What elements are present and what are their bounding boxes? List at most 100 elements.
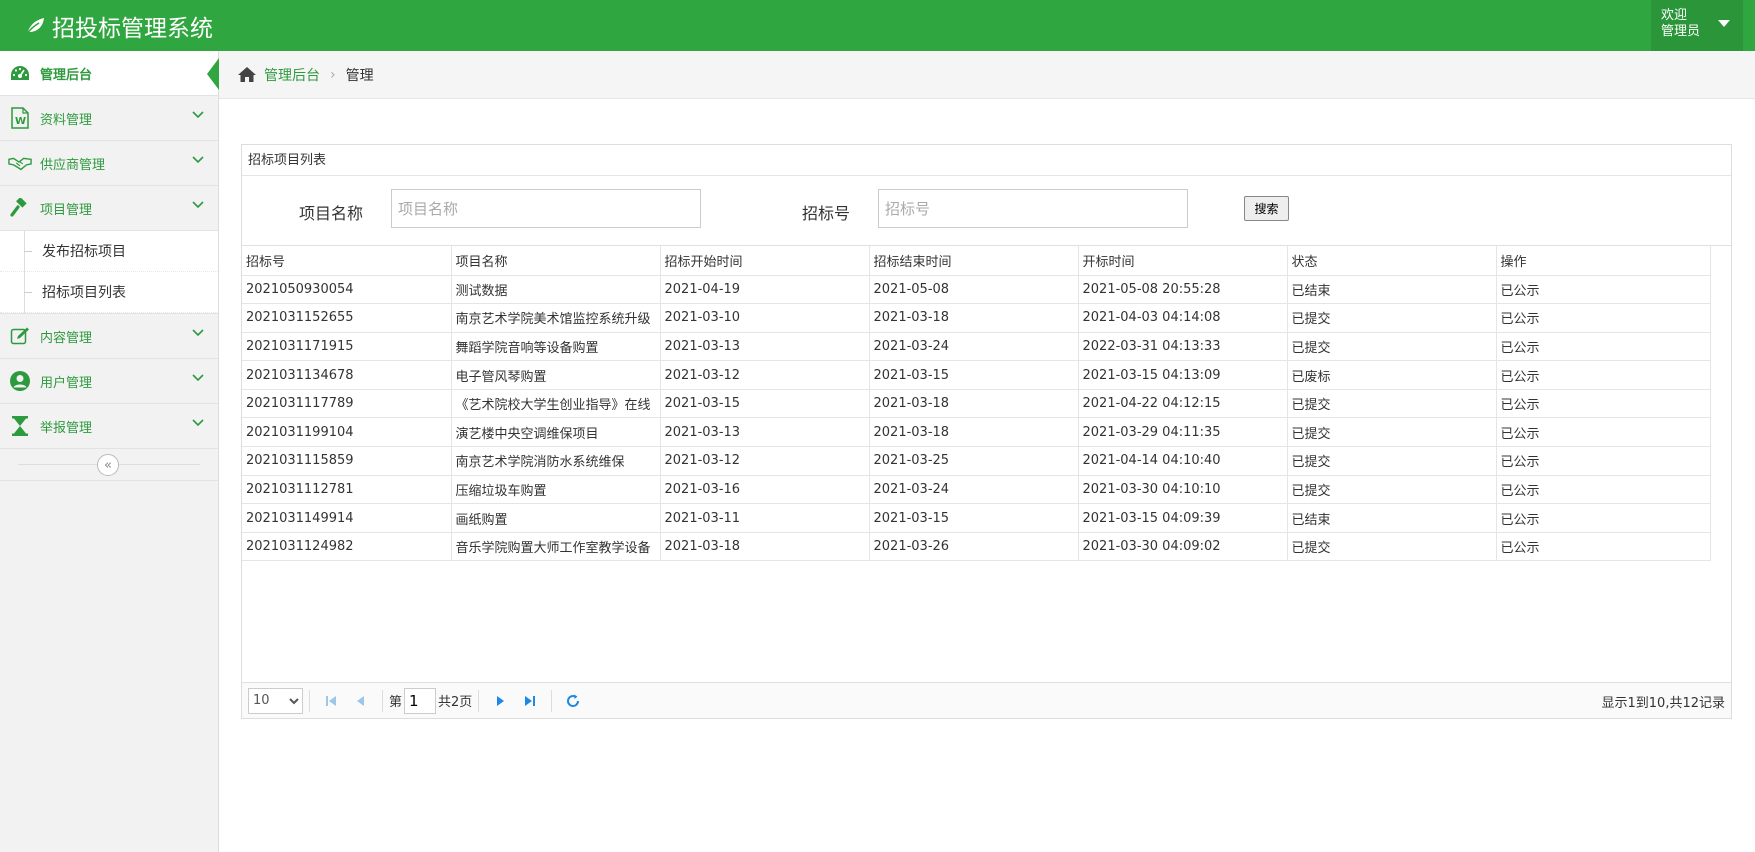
column-header[interactable]: 招标结束时间 <box>869 246 1079 276</box>
table-cell: 2021031199104 <box>242 417 452 448</box>
column-header[interactable]: 开标时间 <box>1078 246 1288 276</box>
word-file-icon: W <box>8 106 32 130</box>
table-cell: 2021031112781 <box>242 475 452 505</box>
first-page-icon[interactable] <box>320 690 342 712</box>
table-row[interactable]: 2021031171915 舞蹈学院音响等设备购置 2021-03-13 2021-0… <box>242 332 1711 362</box>
table-cell: 电子管风琴购置 <box>451 360 661 390</box>
sidebar-item-content[interactable]: 内容管理 <box>0 314 218 359</box>
sidebar: 管理后台 W 资料管理 供应商管理 项目管理 发布招标项目 招标项目列表 内容管… <box>0 51 219 852</box>
column-header[interactable]: 招标号 <box>242 246 452 276</box>
table-row[interactable]: 2021031152655 南京艺术学院美术馆监控系统升级 2021-03-10 20… <box>242 303 1711 333</box>
welcome-text: 欢迎 <box>1661 8 1688 23</box>
table-cell[interactable]: 已公示 <box>1496 503 1711 533</box>
sidebar-item-label: 举报管理 <box>40 420 93 436</box>
last-page-icon[interactable] <box>519 690 541 712</box>
table-row[interactable]: 2021031112781 压缩垃圾车购置 2021-03-16 2021-03-24… <box>242 475 1711 505</box>
search-button[interactable]: 搜索 <box>1244 196 1289 221</box>
submenu-label: 招标项目列表 <box>42 285 126 301</box>
table-row[interactable]: 2021050930054 测试数据 2021-04-19 2021-05-08 202… <box>242 275 1711 305</box>
table-cell: 舞蹈学院音响等设备购置 <box>451 332 661 362</box>
bid-no-input[interactable] <box>878 189 1188 228</box>
sidebar-item-users[interactable]: 用户管理 <box>0 359 218 404</box>
table-cell: 2021-03-15 <box>869 360 1079 390</box>
table-cell[interactable]: 已公示 <box>1496 332 1711 362</box>
table-row[interactable]: 2021031134678 电子管风琴购置 2021-03-12 2021-03-15… <box>242 360 1711 390</box>
project-list-panel: 招标项目列表 项目名称 招标号 搜索 招标号 项目名称 招标开始时间 招标结束时… <box>241 144 1732 719</box>
table-cell: 2021031115859 <box>242 446 452 476</box>
refresh-icon[interactable] <box>562 690 584 712</box>
column-header[interactable]: 招标开始时间 <box>660 246 870 276</box>
table-cell: 2021031171915 <box>242 332 452 362</box>
project-name-input[interactable] <box>391 189 701 228</box>
table-cell[interactable]: 已公示 <box>1496 417 1711 448</box>
sidebar-item-suppliers[interactable]: 供应商管理 <box>0 141 218 186</box>
sidebar-collapse-row: « <box>0 449 218 481</box>
chevron-down-icon <box>192 419 204 427</box>
table-cell: 2021-03-13 <box>660 332 870 362</box>
table-row[interactable]: 2021031117789 《艺术院校大学生创业指导》在线 2021-03-15 20… <box>242 389 1711 419</box>
table-cell[interactable]: 已公示 <box>1496 303 1711 333</box>
table-cell[interactable]: 已公示 <box>1496 389 1711 419</box>
prev-page-icon[interactable] <box>350 690 372 712</box>
column-header[interactable]: 项目名称 <box>451 246 661 276</box>
table-cell: 已结束 <box>1287 275 1497 305</box>
table-cell: 2021-03-11 <box>660 503 870 533</box>
column-header[interactable]: 操作 <box>1496 246 1711 276</box>
page-prefix: 第 <box>389 695 403 710</box>
table-cell: 2021-03-18 <box>869 417 1079 448</box>
table-cell: 2021-03-26 <box>869 532 1079 562</box>
breadcrumb-current: 管理 <box>345 67 374 84</box>
table-cell: 音乐学院购置大师工作室教学设备 <box>451 532 661 562</box>
table-cell: 2021050930054 <box>242 275 452 305</box>
sidebar-item-dashboard[interactable]: 管理后台 <box>0 51 219 96</box>
table-cell: 2021031149914 <box>242 503 452 533</box>
project-submenu: 发布招标项目 招标项目列表 <box>0 231 218 314</box>
table-row[interactable]: 2021031115859 南京艺术学院消防水系统维保 2021-03-12 2021… <box>242 446 1711 476</box>
app-brand[interactable]: 招投标管理系统 <box>24 0 213 51</box>
table-cell[interactable]: 已公示 <box>1496 360 1711 390</box>
sidebar-item-label: 资料管理 <box>40 112 93 128</box>
table-cell: 已提交 <box>1287 389 1497 419</box>
top-header: 招投标管理系统 欢迎 管理员 <box>0 0 1755 51</box>
chevron-down-icon <box>192 111 204 119</box>
double-chevron-left-icon[interactable]: « <box>97 454 119 476</box>
table-cell: 2022-03-31 04:13:33 <box>1078 332 1288 362</box>
table-cell[interactable]: 已公示 <box>1496 532 1711 562</box>
caret-down-icon <box>1718 20 1730 27</box>
table-row[interactable]: 2021031149914 画纸购置 2021-03-11 2021-03-15 202… <box>242 503 1711 533</box>
table-cell: 已提交 <box>1287 417 1497 448</box>
table-cell: 2021-04-22 04:12:15 <box>1078 389 1288 419</box>
user-menu[interactable]: 欢迎 管理员 <box>1651 0 1743 51</box>
breadcrumb-home-link[interactable]: 管理后台 <box>264 65 320 85</box>
sidebar-item-reports[interactable]: 举报管理 <box>0 404 218 449</box>
current-page-input[interactable] <box>404 687 437 714</box>
submenu-item-project-list[interactable]: 招标项目列表 <box>0 272 218 313</box>
next-page-icon[interactable] <box>489 690 511 712</box>
table-cell[interactable]: 已公示 <box>1496 275 1711 305</box>
table-cell: 2021031124982 <box>242 532 452 562</box>
submenu-item-publish[interactable]: 发布招标项目 <box>0 231 218 272</box>
table-cell: 2021-03-12 <box>660 446 870 476</box>
bid-no-label: 招标号 <box>802 204 851 223</box>
sidebar-item-projects[interactable]: 项目管理 <box>0 186 218 231</box>
table-cell: 2021-03-25 <box>869 446 1079 476</box>
table-cell: 2021-03-15 04:13:09 <box>1078 360 1288 390</box>
table-cell: 2021-03-12 <box>660 360 870 390</box>
panel-title: 招标项目列表 <box>242 145 1731 176</box>
table-cell: 2021031152655 <box>242 303 452 333</box>
table-cell: 2021031134678 <box>242 360 452 390</box>
table-row[interactable]: 2021031124982 音乐学院购置大师工作室教学设备 2021-03-18 20… <box>242 532 1711 562</box>
table-cell[interactable]: 已公示 <box>1496 475 1711 505</box>
home-icon <box>238 67 256 82</box>
pager-info: 显示1到10,共12记录 <box>1601 696 1726 711</box>
table-cell: 2021-03-15 <box>660 389 870 419</box>
table-cell: 已提交 <box>1287 446 1497 476</box>
table-header-row: 招标号 项目名称 招标开始时间 招标结束时间 开标时间 状态 操作 <box>242 246 1711 276</box>
column-header[interactable]: 状态 <box>1287 246 1497 276</box>
table-row[interactable]: 2021031199104 演艺楼中央空调维保项目 2021-03-13 2021-0… <box>242 417 1711 448</box>
table-cell[interactable]: 已公示 <box>1496 446 1711 476</box>
page-size-select[interactable]: 10 <box>248 687 303 714</box>
table-cell: 2021-03-30 04:09:02 <box>1078 532 1288 562</box>
sidebar-item-documents[interactable]: W 资料管理 <box>0 96 218 141</box>
table-cell: 2021-03-15 <box>869 503 1079 533</box>
